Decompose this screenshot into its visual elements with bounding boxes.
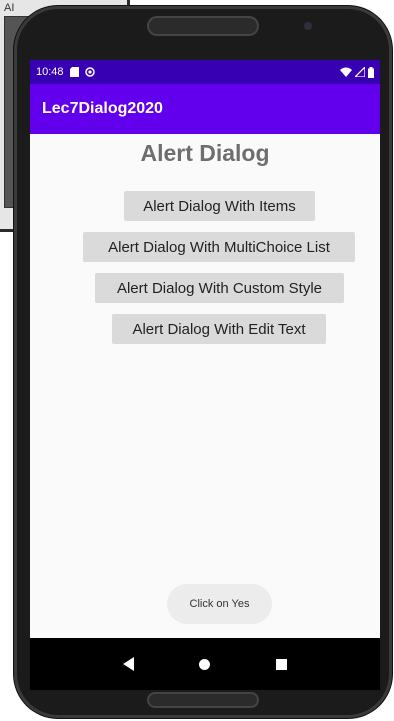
status-bar: 10:48 [30, 60, 380, 84]
home-icon[interactable] [199, 658, 211, 670]
phone-screen: 10:48 Lec7Dialog2020 Alert Dialog Alert … [30, 60, 380, 690]
front-camera [304, 22, 312, 30]
signal-icon [355, 67, 365, 77]
wifi-icon [340, 67, 352, 77]
bottom-speaker [147, 692, 259, 708]
phone-frame: 10:48 Lec7Dialog2020 Alert Dialog Alert … [14, 6, 392, 718]
recent-apps-icon[interactable] [276, 658, 288, 670]
back-icon[interactable] [122, 657, 134, 671]
alert-dialog-items-button[interactable]: Alert Dialog With Items [124, 191, 315, 221]
sd-card-icon [69, 67, 79, 77]
app-title: Lec7Dialog2020 [42, 100, 163, 117]
page-title: Alert Dialog [140, 140, 270, 166]
background-window-text: AI [4, 2, 15, 14]
alert-dialog-custom-style-button[interactable]: Alert Dialog With Custom Style [95, 273, 344, 303]
status-time: 10:48 [36, 66, 64, 78]
navigation-bar [30, 638, 380, 690]
alert-dialog-edit-text-button[interactable]: Alert Dialog With Edit Text [112, 314, 326, 344]
app-bar: Lec7Dialog2020 [30, 84, 380, 134]
top-speaker [147, 16, 259, 36]
battery-icon [368, 66, 374, 78]
alert-dialog-multichoice-button[interactable]: Alert Dialog With MultiChoice List [83, 232, 355, 262]
toast-message: Click on Yes [167, 584, 272, 624]
main-content: Alert Dialog Alert Dialog With Items Ale… [30, 134, 380, 638]
at-sign-icon [84, 67, 95, 77]
